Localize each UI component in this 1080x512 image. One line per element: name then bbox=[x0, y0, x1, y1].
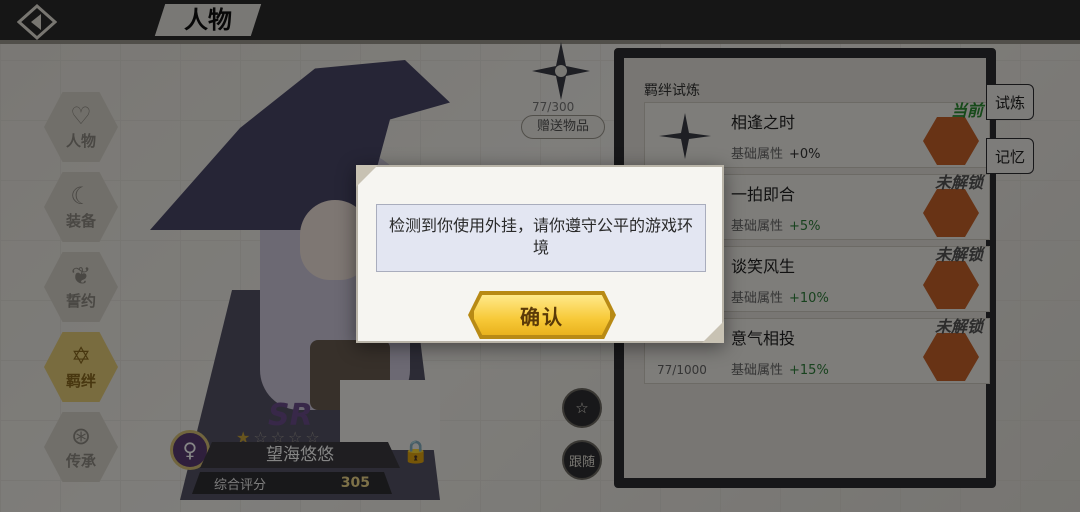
corner-decoration bbox=[702, 321, 724, 343]
corner-decoration bbox=[356, 165, 378, 187]
anti-cheat-dialog: 检测到你使用外挂，请你遵守公平的游戏环境 确认 bbox=[356, 165, 724, 343]
confirm-button[interactable]: 确认 bbox=[472, 293, 612, 337]
dialog-message: 检测到你使用外挂，请你遵守公平的游戏环境 bbox=[376, 204, 706, 272]
